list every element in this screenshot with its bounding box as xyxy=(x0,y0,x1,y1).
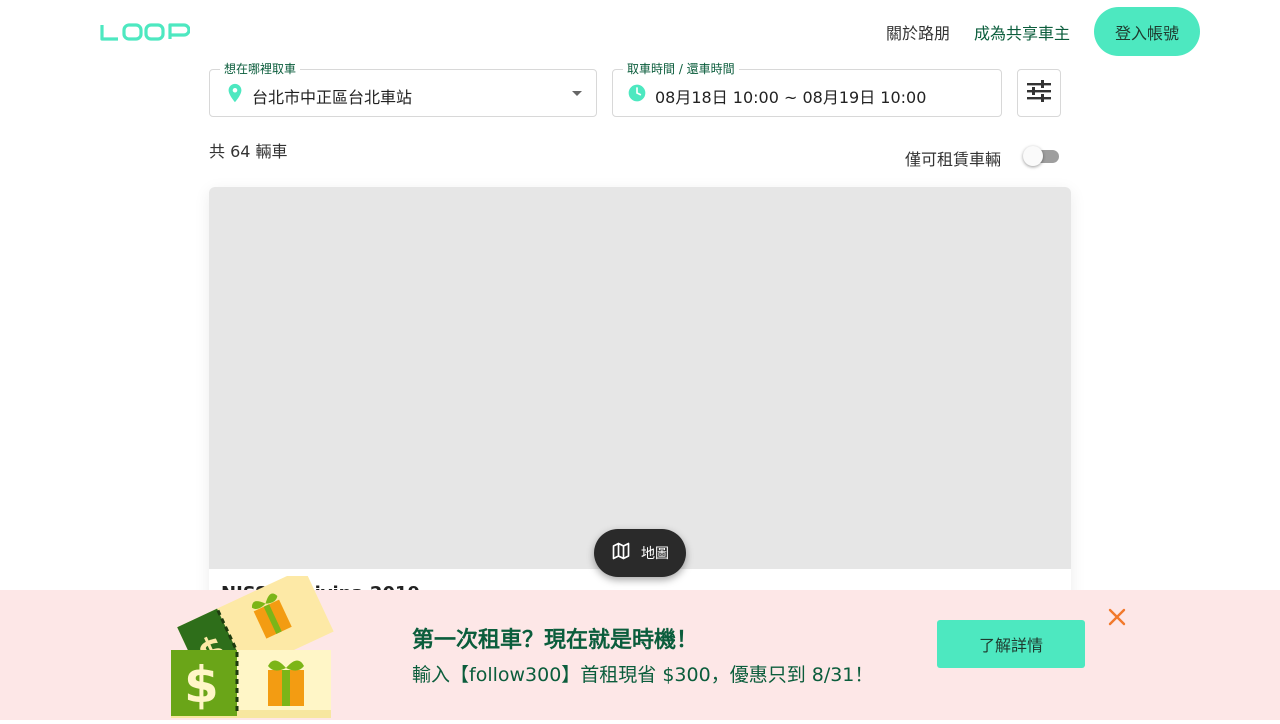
toggle-knob xyxy=(1023,146,1043,166)
rentable-only-toggle[interactable] xyxy=(1023,146,1061,166)
gift-coupon-illustration: $ $ xyxy=(168,568,338,720)
map-button[interactable]: 地圖 xyxy=(594,529,686,577)
top-nav: 關於路朋 成為共享車主 登入帳號 xyxy=(886,7,1200,56)
datetime-label: 取車時間 / 還車時間 xyxy=(623,61,739,77)
map-button-label: 地圖 xyxy=(641,546,669,562)
nav-become-host-link[interactable]: 成為共享車主 xyxy=(974,20,1070,44)
results-count: 共 64 輛車 xyxy=(209,142,288,161)
close-icon[interactable] xyxy=(1107,607,1127,627)
location-label: 想在哪裡取車 xyxy=(220,61,301,77)
rentable-only-label: 僅可租賃車輛 xyxy=(905,150,1002,169)
datetime-field[interactable]: 取車時間 / 還車時間 08月18日 10:00 ~ 08月19日 10:00 xyxy=(612,61,1002,117)
promo-details-button[interactable]: 了解詳情 xyxy=(937,620,1085,668)
promo-subtitle: 輸入【follow300】首租現省 $300，優惠只到 8/31！ xyxy=(412,664,874,686)
chevron-down-icon xyxy=(572,91,582,96)
map-icon xyxy=(611,541,641,565)
clock-icon xyxy=(627,83,649,105)
svg-text:$: $ xyxy=(184,656,219,714)
loop-logo[interactable] xyxy=(100,22,191,42)
datetime-value: 08月18日 10:00 ~ 08月19日 10:00 xyxy=(655,88,927,107)
car-image-placeholder xyxy=(209,187,1071,569)
header: 關於路朋 成為共享車主 登入帳號 xyxy=(0,0,1280,62)
location-pin-icon xyxy=(224,82,246,104)
sliders-icon xyxy=(1026,79,1052,107)
login-button[interactable]: 登入帳號 xyxy=(1094,7,1200,56)
filter-button[interactable] xyxy=(1017,69,1061,117)
promo-banner: $ $ 第一次租車？現在就是時機！ 輸入【follow300】首租現省 $300… xyxy=(0,568,1280,720)
nav-about-link[interactable]: 關於路朋 xyxy=(886,20,950,44)
promo-title: 第一次租車？現在就是時機！ xyxy=(412,628,699,653)
location-select[interactable]: 想在哪裡取車 台北市中正區台北車站 xyxy=(209,61,597,117)
location-value: 台北市中正區台北車站 xyxy=(252,88,413,107)
